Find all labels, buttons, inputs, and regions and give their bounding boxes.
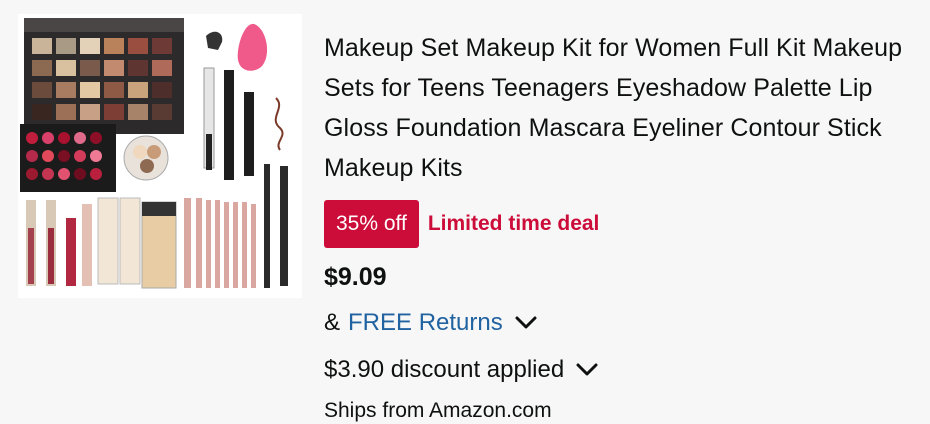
discount-applied-text: $3.90 discount applied (324, 356, 565, 383)
chevron-down-icon[interactable] (515, 316, 537, 330)
ships-from: Ships from Amazon.com (324, 399, 552, 422)
price: $9.09 (324, 263, 387, 291)
deal-label: Limited time deal (427, 212, 600, 235)
discount-row[interactable]: $3.90 discount applied (324, 355, 920, 385)
returns-prefix: & (324, 309, 341, 336)
product-card[interactable]: Makeup Set Makeup Kit for Women Full Kit… (0, 0, 930, 422)
deal-row: 35% off Limited time deal (324, 200, 920, 248)
product-image[interactable] (18, 14, 302, 298)
chevron-down-icon[interactable] (576, 363, 598, 377)
free-returns-link[interactable]: FREE Returns (348, 309, 503, 337)
discount-badge: 35% off (324, 200, 419, 248)
returns-row[interactable]: & FREE Returns (324, 308, 920, 338)
product-title[interactable]: Makeup Set Makeup Kit for Women Full Kit… (324, 28, 920, 188)
